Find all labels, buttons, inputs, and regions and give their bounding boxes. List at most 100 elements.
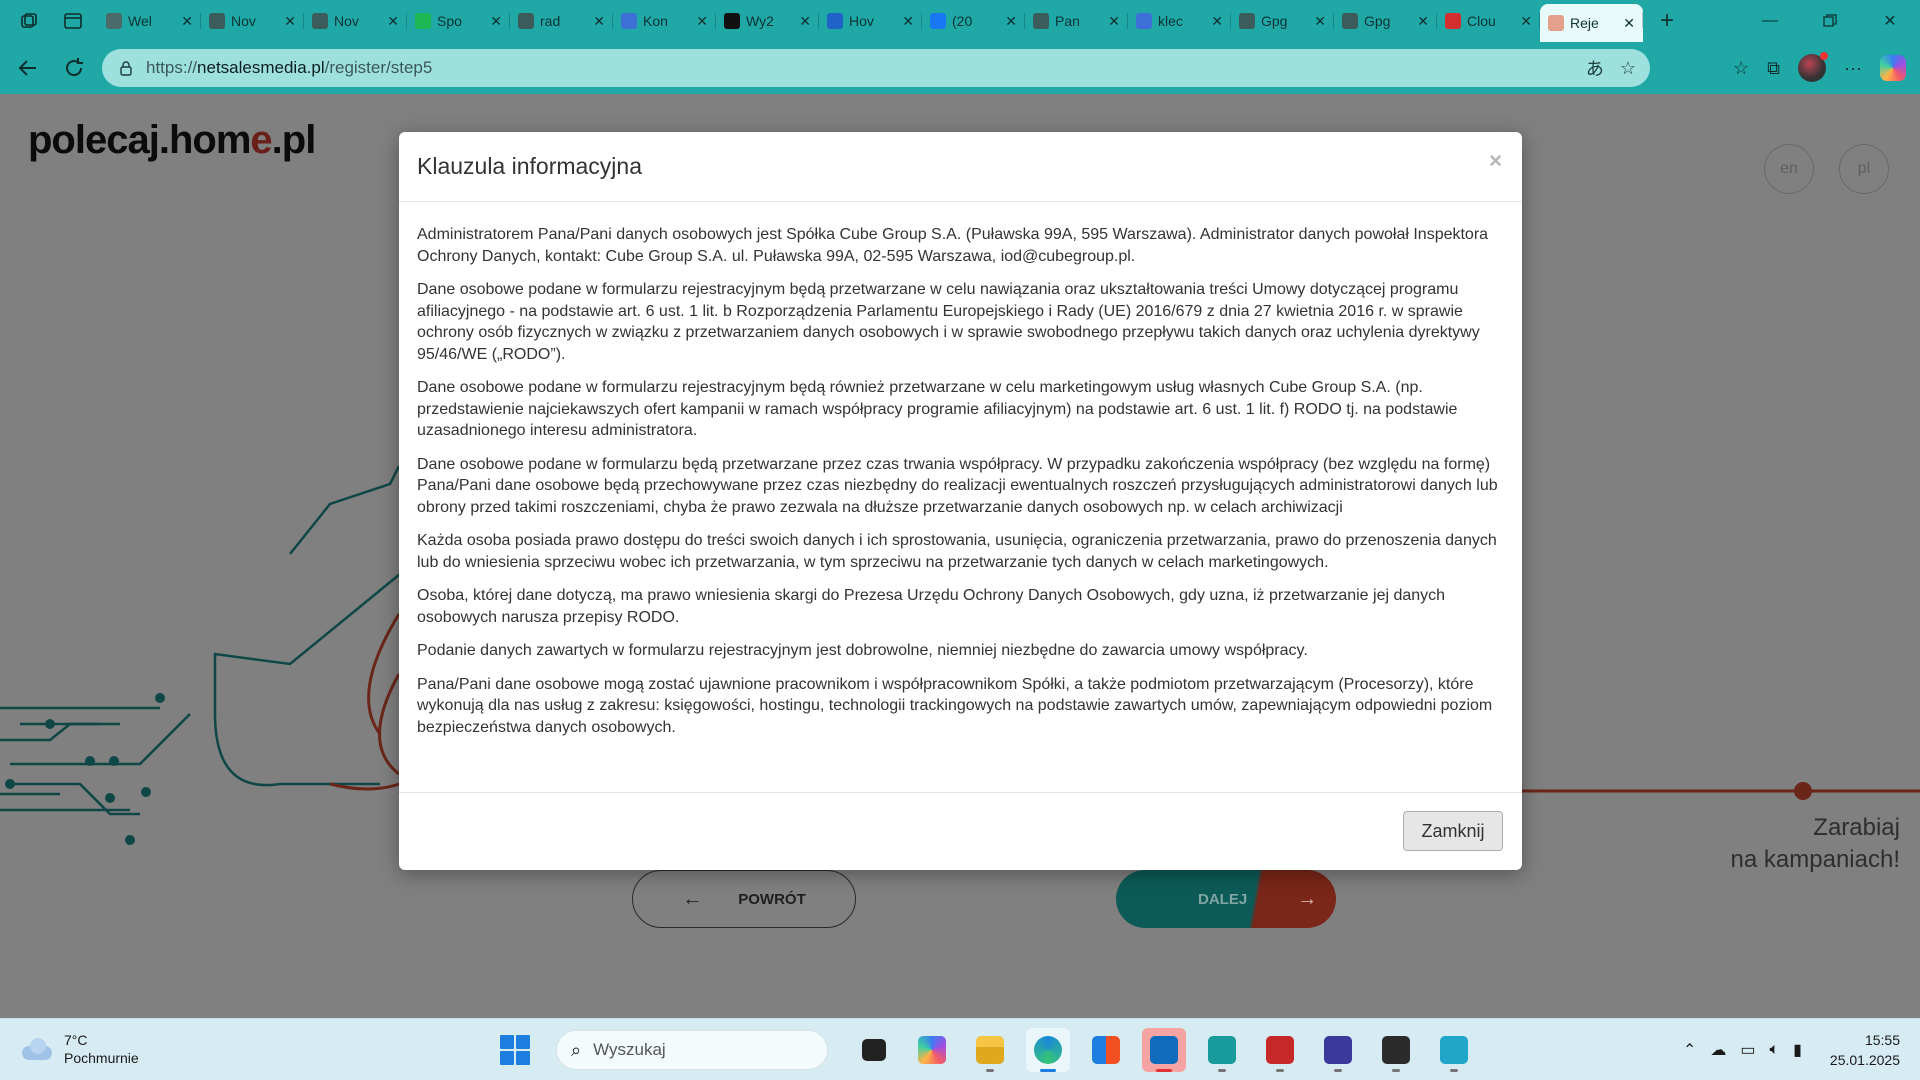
tab-actions-icon[interactable] bbox=[62, 10, 84, 32]
new-tab-button[interactable]: + bbox=[1649, 5, 1685, 37]
clause-paragraph: Dane osobowe podane w formularzu będą pr… bbox=[417, 455, 1498, 516]
outlook-icon[interactable] bbox=[1142, 1028, 1186, 1072]
tab-close-icon[interactable]: ✕ bbox=[387, 13, 399, 30]
next-button[interactable]: DALEJ → bbox=[1116, 870, 1336, 928]
modal-title: Klauzula informacyjna bbox=[417, 153, 643, 179]
clause-paragraph: Każda osoba posiada prawo dostępu do tre… bbox=[417, 532, 1497, 571]
favorite-star-icon[interactable]: ☆ bbox=[1620, 58, 1636, 79]
clock[interactable]: 15:55 25.01.2025 bbox=[1830, 1030, 1900, 1070]
modal-header: Klauzula informacyjna × bbox=[399, 132, 1522, 202]
browser-toolbar: https://netsalesmedia.pl/register/step5 … bbox=[0, 42, 1920, 94]
notepad-icon[interactable] bbox=[1432, 1028, 1476, 1072]
browser-tab[interactable]: Nov ✕ bbox=[201, 5, 304, 37]
weather-temperature: 7°C bbox=[64, 1032, 88, 1048]
terminal-icon[interactable] bbox=[1374, 1028, 1418, 1072]
clause-paragraph: Podanie danych zawartych w formularzu re… bbox=[417, 642, 1308, 659]
tab-favicon-icon bbox=[724, 13, 740, 29]
tab-close-icon[interactable]: ✕ bbox=[1211, 13, 1223, 30]
modal-body[interactable]: Administratorem Pana/Pani danych osobowy… bbox=[399, 202, 1522, 792]
tab-close-icon[interactable]: ✕ bbox=[593, 13, 605, 30]
volume-icon[interactable]: 🔈︎ bbox=[1770, 1041, 1780, 1059]
store-icon[interactable] bbox=[1084, 1028, 1128, 1072]
address-bar[interactable]: https://netsalesmedia.pl/register/step5 … bbox=[102, 49, 1650, 87]
tab-strip: Wel ✕ Nov ✕ Nov ✕ Spo ✕ rad ✕ Kon ✕ Wy2 ✕ Hov ✕ (20 ✕ Pan ✕… bbox=[98, 0, 1643, 42]
tab-favicon-icon bbox=[827, 13, 843, 29]
chevron-up-icon[interactable]: ⌃ bbox=[1683, 1040, 1696, 1060]
browser-tab[interactable]: Hov ✕ bbox=[819, 5, 922, 37]
tab-favicon-icon bbox=[518, 13, 534, 29]
tab-label: rad bbox=[540, 13, 561, 29]
information-clause-modal: Klauzula informacyjna × Administratorem … bbox=[399, 132, 1522, 870]
browser-tab[interactable]: Reje ✕ bbox=[1540, 4, 1643, 42]
tab-label: Spo bbox=[437, 13, 462, 29]
tab-favicon-icon bbox=[209, 13, 225, 29]
task-view-icon[interactable] bbox=[852, 1028, 896, 1072]
vs-icon[interactable] bbox=[1200, 1028, 1244, 1072]
more-menu-icon[interactable]: ··· bbox=[1844, 58, 1862, 79]
tab-favicon-icon bbox=[312, 13, 328, 29]
profile-avatar[interactable] bbox=[1798, 52, 1829, 82]
file-explorer-icon[interactable] bbox=[968, 1028, 1012, 1072]
tab-close-icon[interactable]: ✕ bbox=[1314, 13, 1326, 30]
battery-icon[interactable]: ▮ bbox=[1793, 1040, 1802, 1060]
browser-tab[interactable]: Gpg ✕ bbox=[1231, 5, 1334, 37]
tab-label: Pan bbox=[1055, 13, 1080, 29]
tab-close-icon[interactable]: ✕ bbox=[1520, 13, 1532, 30]
browser-tab[interactable]: Spo ✕ bbox=[407, 5, 510, 37]
browser-tab[interactable]: rad ✕ bbox=[510, 5, 613, 37]
tab-close-icon[interactable]: ✕ bbox=[181, 13, 193, 30]
close-modal-button[interactable]: Zamknij bbox=[1403, 811, 1503, 851]
browser-tab[interactable]: Clou ✕ bbox=[1437, 5, 1540, 37]
copilot-icon[interactable] bbox=[1880, 55, 1906, 81]
browser-tab[interactable]: klec ✕ bbox=[1128, 5, 1231, 37]
tab-close-icon[interactable]: ✕ bbox=[799, 13, 811, 30]
copilot-app-icon[interactable] bbox=[910, 1028, 954, 1072]
tab-label: (20 bbox=[952, 13, 973, 29]
edge-browser-icon[interactable] bbox=[1026, 1028, 1070, 1072]
tab-close-icon[interactable]: ✕ bbox=[1005, 13, 1017, 30]
workspaces-icon[interactable] bbox=[18, 10, 40, 32]
x64-app-icon[interactable] bbox=[1258, 1028, 1302, 1072]
close-window-button[interactable]: ✕ bbox=[1860, 0, 1920, 42]
start-button[interactable] bbox=[500, 1035, 530, 1065]
browser-tab[interactable]: Kon ✕ bbox=[613, 5, 716, 37]
tab-close-icon[interactable]: ✕ bbox=[284, 13, 296, 30]
tab-favicon-icon bbox=[930, 13, 946, 29]
back-button[interactable]: ← POWRÓT bbox=[632, 870, 856, 928]
tab-label: Reje bbox=[1570, 15, 1599, 31]
translate-icon[interactable]: あ bbox=[1586, 55, 1604, 81]
tab-label: klec bbox=[1158, 13, 1183, 29]
modal-footer: Zamknij bbox=[399, 792, 1522, 870]
tab-close-icon[interactable]: ✕ bbox=[1623, 15, 1635, 32]
browser-tab[interactable]: Wy2 ✕ bbox=[716, 5, 819, 37]
tab-label: Wel bbox=[128, 13, 152, 29]
favorites-icon[interactable]: ☆ bbox=[1733, 58, 1749, 79]
tab-close-icon[interactable]: ✕ bbox=[1417, 13, 1429, 30]
site-info-icon[interactable] bbox=[118, 60, 134, 76]
tab-favicon-icon bbox=[415, 13, 431, 29]
tab-close-icon[interactable]: ✕ bbox=[490, 13, 502, 30]
back-arrow-icon[interactable] bbox=[8, 48, 48, 88]
network-icon[interactable]: ▭ bbox=[1740, 1040, 1755, 1060]
browser-tab[interactable]: Gpg ✕ bbox=[1334, 5, 1437, 37]
extensions-icon[interactable]: ⧉ bbox=[1767, 58, 1780, 79]
weather-widget[interactable]: 7°C Pochmurnie bbox=[20, 1031, 139, 1067]
reload-icon[interactable] bbox=[54, 48, 94, 88]
tab-label: Gpg bbox=[1364, 13, 1391, 29]
browser-tab[interactable]: Pan ✕ bbox=[1025, 5, 1128, 37]
minimize-button[interactable]: — bbox=[1740, 0, 1800, 42]
weather-description: Pochmurnie bbox=[64, 1050, 139, 1066]
taskbar-search[interactable]: ⌕ Wyszukaj bbox=[556, 1030, 828, 1070]
browser-tab[interactable]: Wel ✕ bbox=[98, 5, 201, 37]
tab-close-icon[interactable]: ✕ bbox=[902, 13, 914, 30]
tab-close-icon[interactable]: ✕ bbox=[1108, 13, 1120, 30]
restore-button[interactable] bbox=[1800, 0, 1860, 42]
clause-paragraph: Dane osobowe podane w formularzu rejestr… bbox=[417, 281, 1480, 363]
tab-close-icon[interactable]: ✕ bbox=[696, 13, 708, 30]
save-app-icon[interactable] bbox=[1316, 1028, 1360, 1072]
browser-tab[interactable]: (20 ✕ bbox=[922, 5, 1025, 37]
modal-close-icon[interactable]: × bbox=[1489, 148, 1502, 174]
browser-tab[interactable]: Nov ✕ bbox=[304, 5, 407, 37]
onedrive-icon[interactable]: ☁ bbox=[1710, 1040, 1726, 1060]
tab-label: Clou bbox=[1467, 13, 1496, 29]
